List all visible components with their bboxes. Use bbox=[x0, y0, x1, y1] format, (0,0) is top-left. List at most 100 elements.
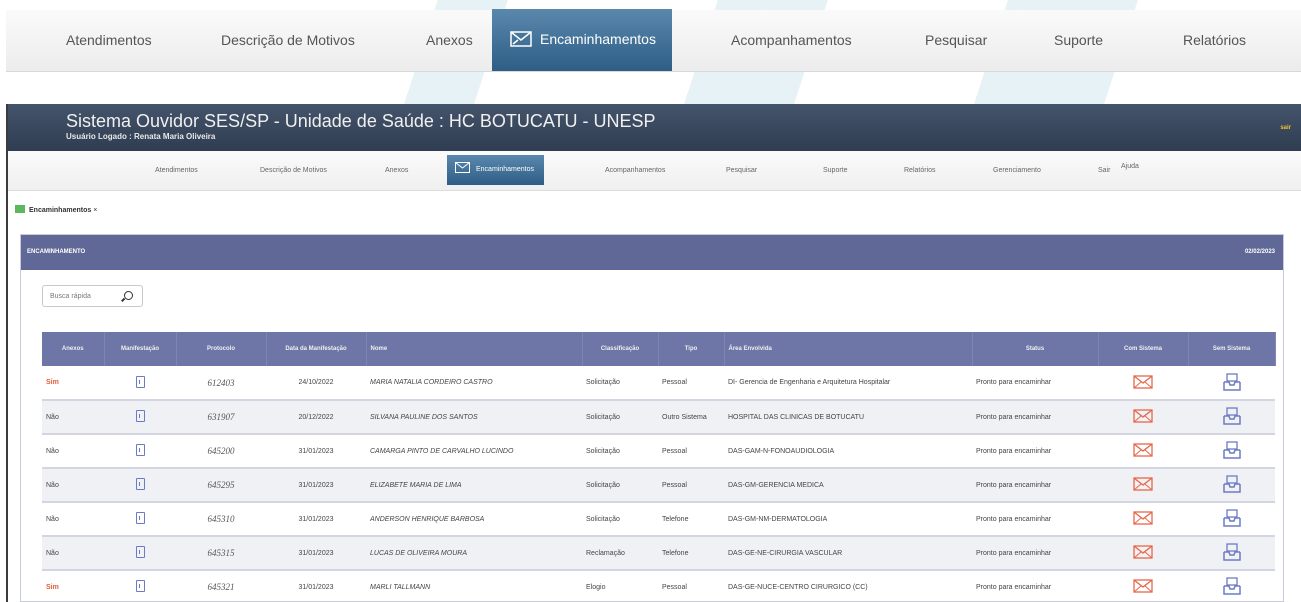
mail-icon[interactable] bbox=[1133, 511, 1153, 525]
search-icon[interactable] bbox=[124, 291, 133, 300]
cell-manifestacao[interactable] bbox=[104, 502, 176, 537]
mail-icon[interactable] bbox=[1133, 374, 1153, 389]
cell-data: 20/12/2022 bbox=[266, 400, 366, 435]
sub-nav-anexos[interactable]: Anexos bbox=[385, 151, 408, 191]
table-row[interactable]: Não 631907 20/12/2022 SILVANA PAULINE DOS S… bbox=[42, 400, 1275, 435]
cell-nome: LUCAS DE OLIVEIRA MOURA bbox=[366, 536, 582, 571]
document-icon[interactable] bbox=[135, 546, 145, 558]
logout-link[interactable]: sair bbox=[1280, 125, 1291, 131]
cell-com-sistema[interactable] bbox=[1098, 400, 1188, 435]
cell-nome: SILVANA PAULINE DOS SANTOS bbox=[366, 400, 582, 435]
cell-nome: CAMARGA PINTO DE CARVALHO LUCINDO bbox=[366, 434, 582, 469]
cell-sem-sistema[interactable] bbox=[1188, 366, 1275, 401]
sub-nav-relatorios[interactable]: Relatórios bbox=[904, 151, 936, 191]
table-row[interactable]: Não 645295 31/01/2023 ELIZABETE MARIA DE LI… bbox=[42, 468, 1275, 503]
cell-data: 31/01/2023 bbox=[266, 434, 366, 469]
mail-icon[interactable] bbox=[1133, 409, 1153, 423]
mail-icon[interactable] bbox=[1133, 477, 1153, 491]
top-nav-suporte[interactable]: Suporte bbox=[1054, 10, 1103, 72]
sub-nav-sair[interactable]: Sair bbox=[1098, 151, 1110, 191]
sub-nav-encaminhamentos[interactable]: Encaminhamentos bbox=[447, 155, 544, 185]
sub-nav-gerenciamento[interactable]: Gerenciamento bbox=[993, 151, 1041, 191]
top-nav-acompanhamentos[interactable]: Acompanhamentos bbox=[731, 10, 852, 72]
tab-encaminhamentos[interactable]: Encaminhamentos × bbox=[15, 205, 97, 214]
inbox-send-icon[interactable] bbox=[1221, 542, 1243, 562]
document-icon[interactable] bbox=[135, 410, 145, 422]
cell-status: Pronto para encaminhar bbox=[972, 366, 1098, 401]
cell-manifestacao[interactable] bbox=[104, 570, 176, 602]
cell-tipo: Telefone bbox=[658, 536, 724, 571]
cell-com-sistema[interactable] bbox=[1098, 434, 1188, 469]
top-nav-pesquisar[interactable]: Pesquisar bbox=[925, 10, 987, 72]
col-status[interactable]: Status bbox=[972, 332, 1099, 366]
cell-tipo: Outro Sistema bbox=[658, 400, 724, 435]
top-nav-atendimentos[interactable]: Atendimentos bbox=[66, 10, 152, 72]
cell-manifestacao[interactable] bbox=[104, 468, 176, 503]
document-icon[interactable] bbox=[135, 375, 145, 388]
cell-com-sistema[interactable] bbox=[1098, 570, 1188, 602]
sub-nav-descricao-motivos[interactable]: Descrição de Motivos bbox=[260, 151, 327, 191]
cell-sem-sistema[interactable] bbox=[1188, 434, 1275, 469]
cell-manifestacao[interactable] bbox=[104, 400, 176, 435]
encaminhamento-panel: ENCAMINHAMENTO 02/02/2023 Busca rápida A… bbox=[20, 234, 1284, 602]
mail-icon[interactable] bbox=[1133, 545, 1153, 559]
table-row[interactable]: Não 645200 31/01/2023 CAMARGA PINTO DE CARV… bbox=[42, 434, 1275, 469]
inbox-send-icon[interactable] bbox=[1221, 440, 1243, 460]
table-row[interactable]: Sim 645321 31/01/2023 MARLI TALLMANN Elogio P… bbox=[42, 570, 1275, 602]
tab-close-icon[interactable]: × bbox=[93, 207, 97, 214]
cell-area: DI- Gerencia de Engenharia e Arquitetura… bbox=[724, 366, 972, 401]
col-area[interactable]: Área Envolvida bbox=[724, 332, 973, 366]
col-protocolo[interactable]: Protocolo bbox=[176, 332, 267, 366]
col-sem-sistema[interactable]: Sem Sistema bbox=[1188, 332, 1276, 366]
table-row[interactable]: Sim 612403 24/10/2022 MARIA NATALIA CORDEIR… bbox=[42, 366, 1275, 401]
col-anexos[interactable]: Anexos bbox=[42, 332, 105, 366]
sub-nav-suporte[interactable]: Suporte bbox=[823, 151, 848, 191]
cell-sem-sistema[interactable] bbox=[1188, 468, 1275, 503]
inbox-send-icon[interactable] bbox=[1221, 474, 1243, 494]
app-title: Sistema Ouvidor SES/SP - Unidade de Saúd… bbox=[66, 111, 656, 131]
cell-manifestacao[interactable] bbox=[104, 366, 176, 401]
cell-sem-sistema[interactable] bbox=[1188, 570, 1275, 602]
cell-data: 31/01/2023 bbox=[266, 570, 366, 602]
top-nav-descricao-motivos[interactable]: Descrição de Motivos bbox=[221, 10, 355, 72]
top-nav-relatorios[interactable]: Relatórios bbox=[1183, 10, 1246, 72]
mail-icon[interactable] bbox=[1133, 579, 1153, 593]
col-com-sistema[interactable]: Com Sistema bbox=[1098, 332, 1189, 366]
sub-nav-pesquisar[interactable]: Pesquisar bbox=[726, 151, 757, 191]
document-icon[interactable] bbox=[135, 512, 145, 524]
sub-nav-ajuda[interactable]: Ajuda bbox=[1121, 147, 1139, 187]
table-row[interactable]: Não 645310 31/01/2023 ANDERSON HENRIQUE BAR… bbox=[42, 502, 1275, 537]
col-nome[interactable]: Nome bbox=[366, 332, 583, 366]
inbox-send-icon[interactable] bbox=[1221, 508, 1243, 528]
table-row[interactable]: Não 645315 31/01/2023 LUCAS DE OLIVEIRA MOU… bbox=[42, 536, 1275, 571]
cell-sem-sistema[interactable] bbox=[1188, 502, 1275, 537]
inbox-send-icon[interactable] bbox=[1221, 372, 1243, 392]
search-input[interactable]: Busca rápida bbox=[42, 285, 143, 307]
document-icon[interactable] bbox=[135, 444, 145, 456]
cell-protocolo: 645315 bbox=[176, 536, 266, 571]
cell-manifestacao[interactable] bbox=[104, 434, 176, 469]
cell-anexos: Não bbox=[42, 468, 104, 503]
cell-manifestacao[interactable] bbox=[104, 536, 176, 571]
cell-sem-sistema[interactable] bbox=[1188, 536, 1275, 571]
document-icon[interactable] bbox=[135, 580, 145, 592]
cell-com-sistema[interactable] bbox=[1098, 468, 1188, 503]
cell-com-sistema[interactable] bbox=[1098, 502, 1188, 537]
col-manifestacao[interactable]: Manifestação bbox=[104, 332, 177, 366]
inbox-send-icon[interactable] bbox=[1221, 576, 1243, 596]
top-nav-encaminhamentos[interactable]: Encaminhamentos bbox=[492, 9, 672, 71]
cell-com-sistema[interactable] bbox=[1098, 366, 1188, 401]
cell-sem-sistema[interactable] bbox=[1188, 400, 1275, 435]
document-icon[interactable] bbox=[135, 478, 145, 490]
panel-header: ENCAMINHAMENTO 02/02/2023 bbox=[21, 235, 1283, 270]
inbox-send-icon[interactable] bbox=[1221, 406, 1243, 426]
col-tipo[interactable]: Tipo bbox=[658, 332, 725, 366]
top-nav-anexos[interactable]: Anexos bbox=[426, 10, 473, 72]
cell-com-sistema[interactable] bbox=[1098, 536, 1188, 571]
cell-nome: MARLI TALLMANN bbox=[366, 570, 582, 602]
col-classificacao[interactable]: Classificação bbox=[582, 332, 659, 366]
sub-nav-atendimentos[interactable]: Atendimentos bbox=[155, 151, 198, 191]
sub-nav-acompanhamentos[interactable]: Acompanhamentos bbox=[605, 151, 665, 191]
mail-icon[interactable] bbox=[1133, 443, 1153, 457]
col-data[interactable]: Data da Manifestação bbox=[266, 332, 367, 366]
